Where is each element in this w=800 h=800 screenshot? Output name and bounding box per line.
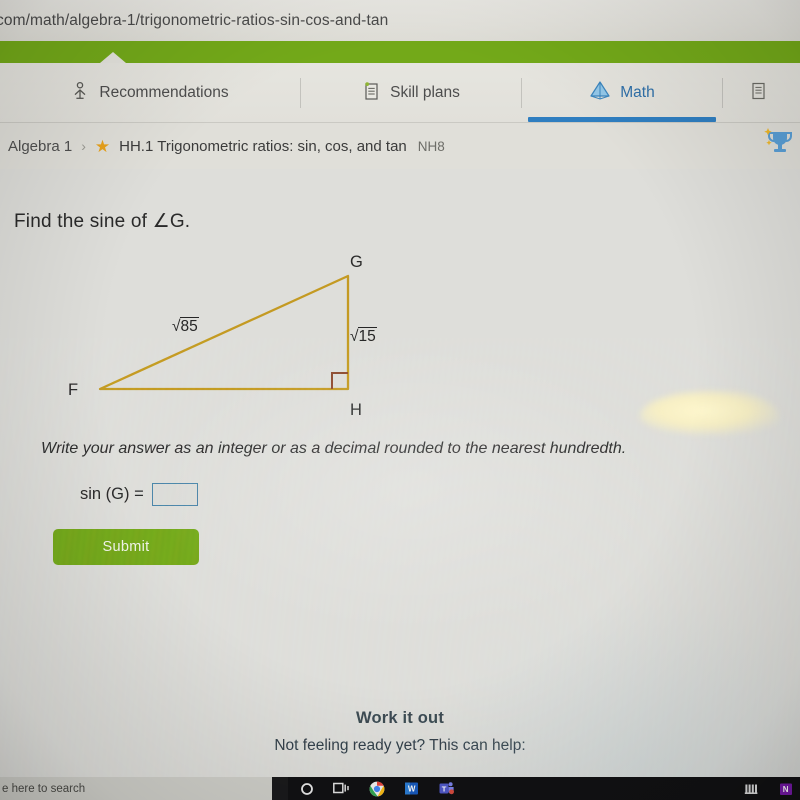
work-it-out-title: Work it out bbox=[355, 709, 445, 727]
tray-app-icon[interactable] bbox=[742, 780, 759, 797]
taskbar-icon-group: W T bbox=[288, 780, 455, 797]
question-prompt: Find the sine of ∠G. bbox=[14, 211, 191, 232]
nav-tab-math-label: Math bbox=[620, 84, 655, 101]
side-label-hypotenuse: √85 bbox=[172, 317, 199, 336]
word-icon[interactable]: W bbox=[403, 780, 420, 797]
vertex-label-h: H bbox=[350, 401, 362, 419]
svg-text:W: W bbox=[408, 785, 416, 794]
work-it-out-section: Work it out Not feeling ready yet? This … bbox=[0, 709, 800, 755]
answer-row: sin (G) = bbox=[80, 483, 198, 506]
windows-taskbar: e here to search W T N bbox=[0, 777, 800, 800]
nav-tab-recommendations[interactable]: Recommendations bbox=[0, 63, 300, 123]
svg-text:N: N bbox=[782, 785, 788, 794]
answer-expression: sin (G) = bbox=[80, 485, 144, 503]
active-tab-underline bbox=[528, 117, 716, 122]
recommendations-icon bbox=[71, 81, 90, 105]
side-label-vertical-leg: √15 bbox=[350, 327, 377, 346]
taskbar-tray: N bbox=[742, 780, 800, 797]
breadcrumb-separator: › bbox=[81, 138, 86, 154]
chrome-icon[interactable] bbox=[368, 780, 385, 797]
vertex-label-f: F bbox=[68, 381, 79, 399]
star-icon[interactable]: ★ bbox=[95, 138, 110, 155]
radical-value-85: 85 bbox=[179, 317, 199, 335]
nav-tab-skill-plans[interactable]: Skill plans bbox=[301, 63, 521, 123]
teams-icon[interactable]: T bbox=[438, 780, 455, 797]
breadcrumb-skill-code: NH8 bbox=[417, 138, 445, 154]
main-nav-bar: Recommendations Skill plans Math bbox=[0, 63, 800, 123]
brand-green-bar bbox=[0, 41, 800, 63]
trophy-icon[interactable] bbox=[763, 126, 797, 162]
question-panel: Find the sine of ∠G. G F H √85 √15 Write… bbox=[0, 169, 800, 800]
nav-tab-math[interactable]: Math bbox=[522, 63, 722, 123]
work-it-out-subtitle: Not feeling ready yet? This can help: bbox=[274, 737, 526, 754]
breadcrumb: Algebra 1 › ★ HH.1 Trigonometric ratios:… bbox=[0, 123, 800, 169]
cortana-icon[interactable] bbox=[298, 780, 315, 797]
browser-address-bar[interactable]: com/math/algebra-1/trigonometric-ratios-… bbox=[0, 0, 800, 41]
screen-glare-reflection bbox=[640, 391, 780, 435]
taskbar-search-text: e here to search bbox=[2, 782, 86, 795]
more-subjects-icon bbox=[750, 81, 767, 106]
taskbar-search-box[interactable]: e here to search bbox=[0, 777, 272, 800]
active-tab-notch bbox=[100, 52, 126, 63]
task-view-icon[interactable] bbox=[333, 780, 350, 797]
breadcrumb-skill-title: HH.1 Trigonometric ratios: sin, cos, and… bbox=[119, 137, 407, 155]
nav-tab-skill-plans-label: Skill plans bbox=[390, 84, 460, 101]
radical-value-15: 15 bbox=[357, 327, 377, 345]
answer-input[interactable] bbox=[151, 483, 198, 506]
onenote-icon[interactable]: N bbox=[777, 780, 794, 797]
skill-plans-icon bbox=[362, 81, 381, 106]
answer-instruction: Write your answer as an integer or as a … bbox=[41, 440, 627, 457]
breadcrumb-course-link[interactable]: Algebra 1 bbox=[8, 138, 72, 155]
vertex-label-g: G bbox=[350, 253, 363, 271]
submit-button[interactable]: Submit bbox=[53, 529, 199, 565]
math-pyramid-icon bbox=[589, 80, 611, 106]
nav-tab-more-subjects[interactable] bbox=[723, 63, 793, 123]
nav-tab-recommendations-label: Recommendations bbox=[99, 84, 229, 101]
svg-text:T: T bbox=[441, 784, 446, 793]
screen-photo: com/math/algebra-1/trigonometric-ratios-… bbox=[0, 0, 800, 800]
url-text: com/math/algebra-1/trigonometric-ratios-… bbox=[0, 11, 389, 29]
taskbar-spacer bbox=[272, 777, 288, 800]
glare-soft-right bbox=[430, 599, 800, 800]
